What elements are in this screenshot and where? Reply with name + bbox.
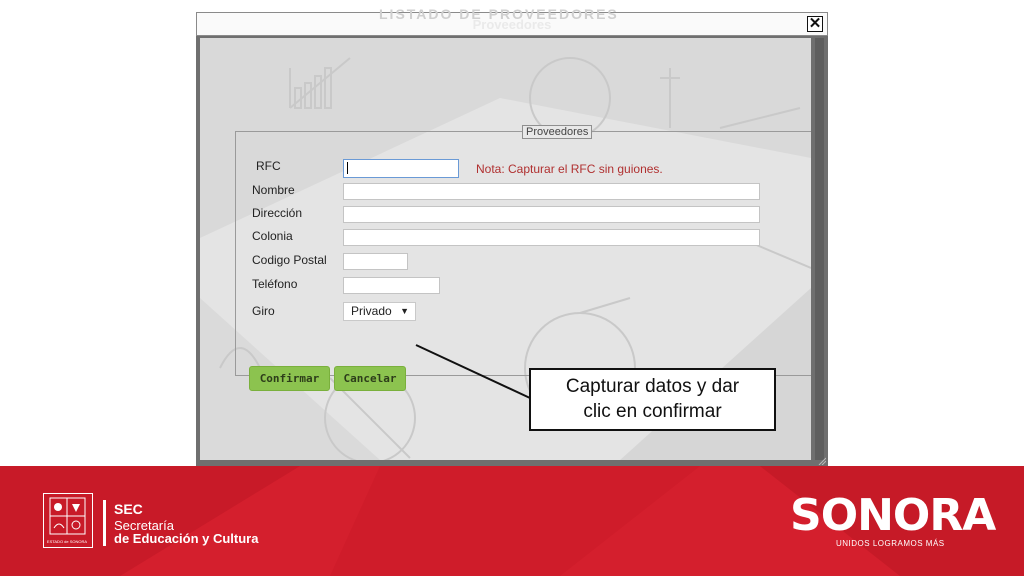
crest-caption: ESTADO de SONORA	[47, 539, 87, 544]
instruction-callout: Capturar datos y dar clic en confirmar	[529, 368, 776, 431]
callout-line-1: Capturar datos y dar	[565, 376, 740, 397]
sonora-brand-logo: SONORA	[790, 490, 996, 541]
sonora-crest-logo: ESTADO de SONORA	[43, 493, 93, 548]
sonora-slogan: UNIDOS LOGRAMOS MÁS	[836, 539, 945, 548]
sec-line-2: de Educación y Cultura	[114, 531, 259, 546]
footer-divider	[103, 500, 106, 546]
footer-banner: ESTADO de SONORA SEC Secretaría de Educa…	[0, 466, 1024, 576]
callout-line-2: clic en confirmar	[583, 401, 722, 422]
sec-title: SEC	[114, 501, 143, 517]
